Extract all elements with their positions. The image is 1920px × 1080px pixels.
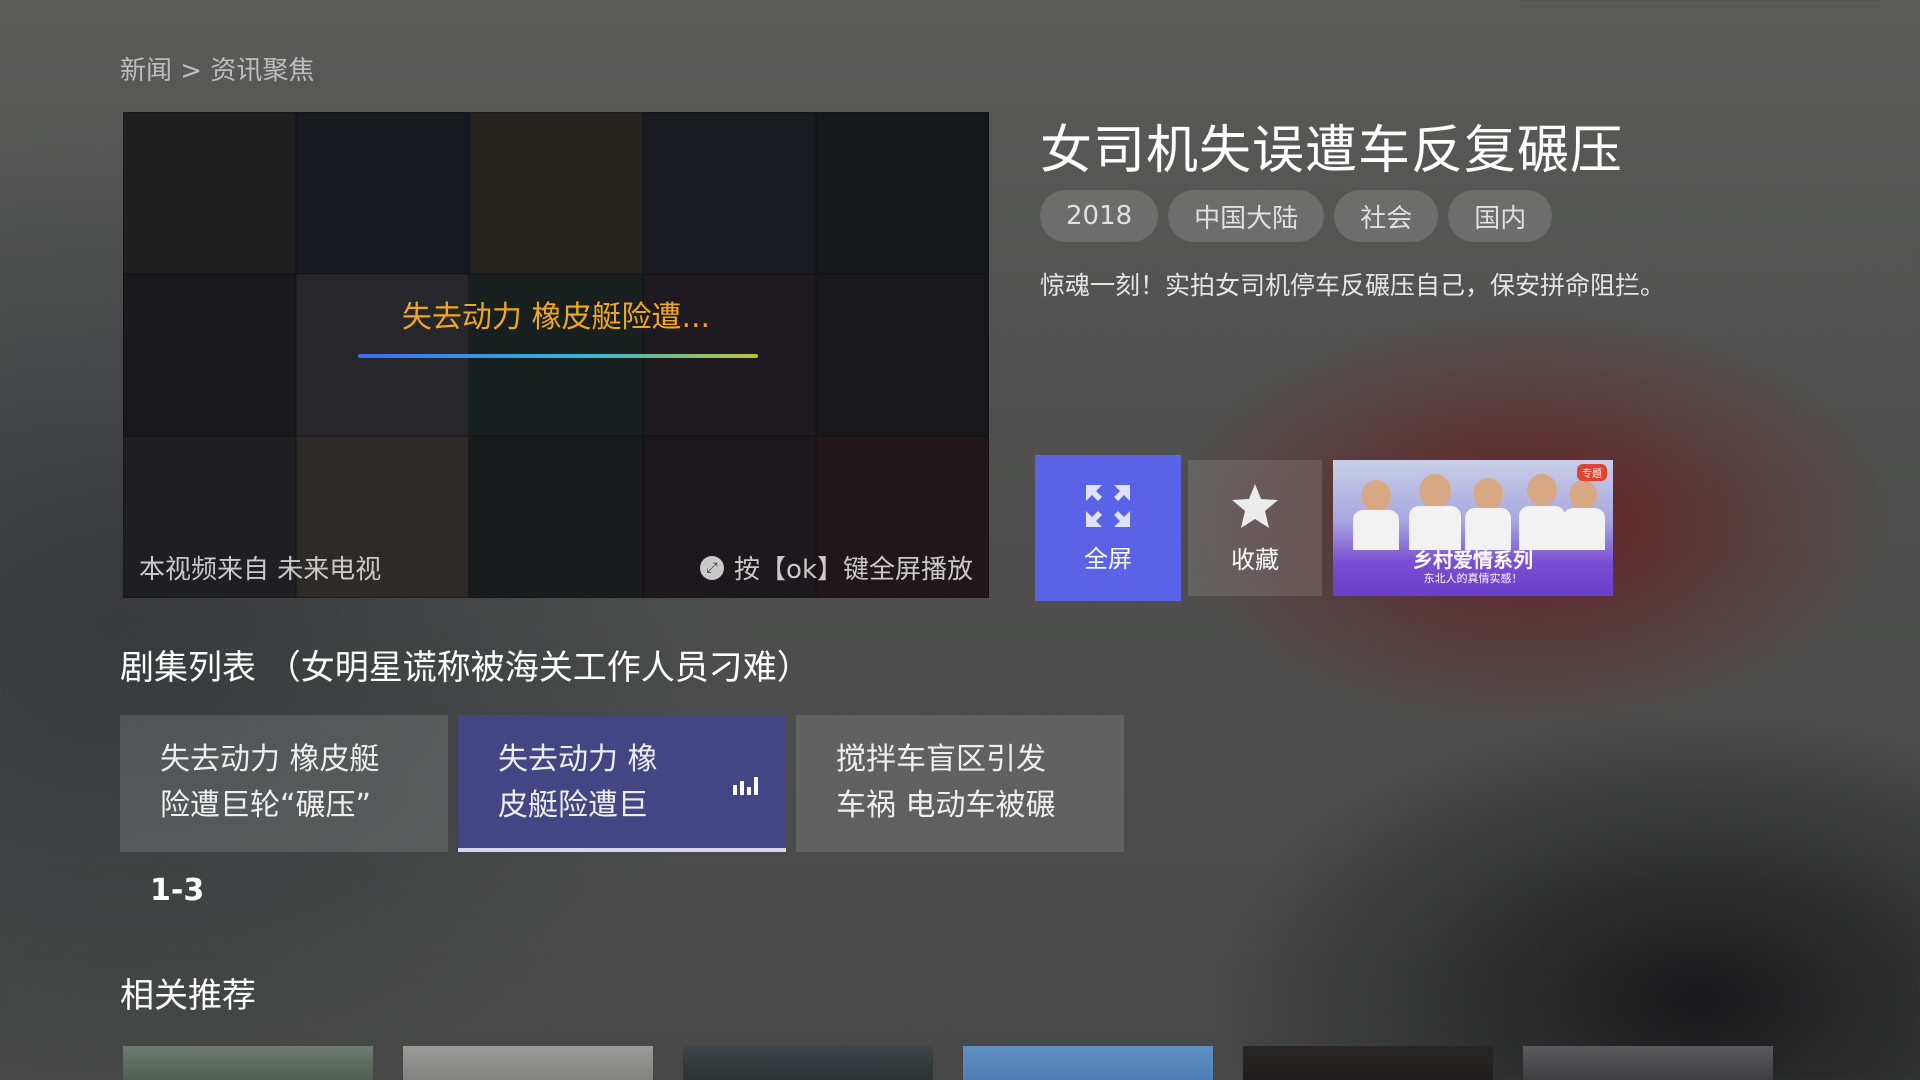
recommendations-title: 相关推荐: [120, 976, 256, 1016]
video-source-label: 本视频来自 未来电视: [139, 555, 382, 585]
episode-title-line2: 皮艇险遭巨: [498, 788, 648, 823]
fullscreen-hint-text: 按【ok】键全屏播放: [734, 555, 973, 585]
episode-list: 失去动力 橡皮艇 险遭巨轮“碾压” 失去动力 橡 皮艇险遭巨 搅拌车盲区引发 车…: [120, 715, 1124, 852]
tag-category[interactable]: 社会: [1334, 190, 1439, 242]
tag-region[interactable]: 中国大陆: [1168, 190, 1325, 242]
banner-figure: [1473, 478, 1503, 510]
loading-progress-bar: [358, 354, 758, 358]
episode-item[interactable]: 搅拌车盲区引发 车祸 电动车被碾: [796, 715, 1124, 852]
banner-title: 乡村爱情系列: [1413, 548, 1533, 572]
banner-subtitle: 东北人的真情实感！: [1423, 572, 1523, 585]
star-icon: [1232, 483, 1278, 528]
banner-figure: [1527, 474, 1557, 506]
episode-list-title: 剧集列表 （女明星谎称被海关工作人员刁难）: [120, 648, 811, 688]
banner-figure: [1361, 480, 1391, 512]
recommendation-row: [123, 1046, 1773, 1080]
remote-ok-icon: ⤢: [700, 555, 725, 580]
recommendation-thumbnail[interactable]: [1523, 1046, 1773, 1080]
banner-badge: 专题: [1577, 464, 1607, 481]
tag-subcategory[interactable]: 国内: [1448, 190, 1553, 242]
recommendation-thumbnail[interactable]: [963, 1046, 1213, 1080]
equalizer-icon: [733, 777, 758, 795]
recommendation-thumbnail[interactable]: [683, 1046, 933, 1080]
tag-list: 2018 中国大陆 社会 国内: [1040, 190, 1553, 242]
episode-title-line1: 失去动力 橡皮艇: [160, 742, 380, 777]
episode-title-line1: 搅拌车盲区引发: [836, 742, 1046, 777]
fullscreen-button[interactable]: 全屏: [1035, 455, 1181, 601]
episode-item-active[interactable]: 失去动力 橡 皮艇险遭巨: [458, 715, 786, 852]
video-title: 女司机失误遭车反复碾压: [1040, 121, 1624, 181]
fullscreen-label: 全屏: [1084, 544, 1132, 573]
episode-title-line1: 失去动力 橡: [498, 742, 658, 777]
recommendation-thumbnail[interactable]: [1243, 1046, 1493, 1080]
tag-year[interactable]: 2018: [1040, 190, 1159, 242]
banner-figure: [1419, 474, 1451, 508]
fullscreen-hint: ⤢ 按【ok】键全屏播放: [700, 549, 973, 586]
expand-arrows-icon: [1086, 484, 1130, 527]
banner-figure: [1569, 480, 1597, 510]
recommendation-thumbnail[interactable]: [123, 1046, 373, 1080]
favorite-button[interactable]: 收藏: [1188, 460, 1322, 596]
recommendation-thumbnail[interactable]: [403, 1046, 653, 1080]
breadcrumb: 新闻 > 资讯聚焦: [120, 56, 315, 86]
episode-range-tab[interactable]: 1-3: [150, 873, 204, 908]
favorite-label: 收藏: [1231, 545, 1279, 574]
episode-item[interactable]: 失去动力 橡皮艇 险遭巨轮“碾压”: [120, 715, 448, 852]
video-player[interactable]: 失去动力 橡皮艇险遭... 本视频来自 未来电视 ⤢ 按【ok】键全屏播放: [123, 112, 989, 598]
video-description: 惊魂一刻！实拍女司机停车反碾压自己，保安拼命阻拦。: [1040, 271, 1666, 300]
promo-banner[interactable]: 专题 乡村爱情系列 东北人的真情实感！: [1333, 460, 1613, 596]
episode-title-line2: 车祸 电动车被碾: [836, 788, 1056, 823]
episode-title-line2: 险遭巨轮“碾压”: [160, 788, 372, 823]
now-playing-title: 失去动力 橡皮艇险遭...: [401, 300, 711, 335]
